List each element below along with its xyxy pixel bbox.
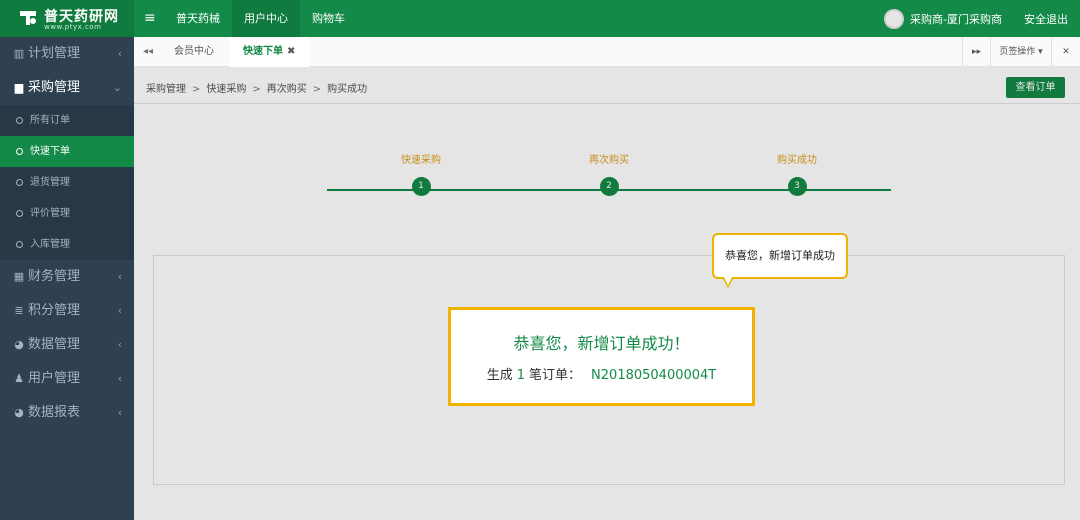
close-icon[interactable]: ✖ — [287, 46, 295, 57]
logout-link[interactable]: 安全退出 — [1024, 11, 1068, 27]
sidebar-subitem-reviews[interactable]: 评价管理 — [0, 198, 134, 229]
sidebar-item-label: 计划管理 — [28, 46, 81, 61]
fullscreen-icon[interactable]: ✕ — [1051, 37, 1080, 67]
circle-icon — [16, 179, 23, 186]
tab-scroll-left-icon[interactable]: ◂◂ — [134, 37, 162, 67]
sidebar: ▥ 计划管理 ‹ ▆ 采购管理 ⌄ 所有订单 快速下单 退货管理 评价管理 入库管理… — [0, 37, 134, 520]
logo-icon — [20, 11, 36, 25]
database-icon: ≣ — [14, 304, 24, 317]
sidebar-subitem-all-orders[interactable]: 所有订单 — [0, 105, 134, 136]
message-suffix: 笔订单： — [529, 368, 582, 383]
sidebar-subitem-warehousing[interactable]: 入库管理 — [0, 229, 134, 260]
nav-item-putian-equipment[interactable]: 普天药械 — [164, 0, 232, 37]
avatar[interactable] — [884, 8, 905, 29]
sidebar-item-users[interactable]: ♟ 用户管理 ‹ — [0, 362, 134, 396]
chevron-left-icon: ‹ — [117, 406, 122, 419]
calculator-icon: ▦ — [13, 270, 25, 283]
caret-down-icon: ▾ — [1038, 47, 1043, 57]
sidebar-item-label: 采购管理 — [28, 80, 81, 95]
callout-tooltip: 恭喜您，新增订单成功 — [712, 233, 848, 279]
user-area: 采购商-厦门采购商 安全退出 — [884, 0, 1080, 37]
tab-label: 快速下单 — [243, 46, 283, 57]
sidebar-item-label: 用户管理 — [28, 371, 81, 386]
chevron-down-icon: ⌄ — [112, 81, 122, 94]
order-count: 1 — [516, 368, 526, 383]
success-title: 恭喜您，新增订单成功！ — [513, 334, 690, 353]
sidebar-subitem-label: 所有订单 — [30, 115, 70, 126]
page-ops-dropdown[interactable]: 页签操作 ▾ — [990, 37, 1051, 67]
sidebar-subitem-returns[interactable]: 退货管理 — [0, 167, 134, 198]
circle-icon — [16, 241, 23, 248]
pie-chart-icon: ◕ — [14, 406, 24, 419]
tab-quick-order[interactable]: 快速下单 ✖ — [229, 37, 310, 67]
sidebar-subitem-label: 快速下单 — [30, 146, 70, 157]
success-message: 生成 1 笔订单： N2018050400004T — [451, 364, 752, 383]
callout-tail-inner — [724, 277, 732, 285]
circle-icon — [16, 210, 23, 217]
sidebar-item-points[interactable]: ≣ 积分管理 ‹ — [0, 294, 134, 328]
sidebar-item-label: 数据管理 — [28, 337, 81, 352]
nav-item-user-center[interactable]: 用户中心 — [232, 0, 300, 37]
sidebar-item-label: 积分管理 — [28, 303, 81, 318]
sidebar-subitem-label: 入库管理 — [30, 239, 70, 250]
sidebar-subitem-label: 评价管理 — [30, 208, 70, 219]
purchase-submenu: 所有订单 快速下单 退货管理 评价管理 入库管理 — [0, 105, 134, 260]
circle-icon — [16, 117, 23, 124]
nav-item-cart[interactable]: 购物车 — [300, 0, 357, 37]
bar-chart-icon: ▥ — [13, 47, 25, 60]
order-number[interactable]: N2018050400004T — [591, 368, 716, 383]
tab-member-center[interactable]: 会员中心 — [160, 37, 228, 67]
tab-scroll-right-icon[interactable]: ▸▸ — [962, 37, 990, 67]
message-prefix: 生成 — [486, 368, 513, 383]
modal-overlay[interactable] — [134, 67, 1080, 520]
sidebar-item-reports[interactable]: ◕ 数据报表 ‹ — [0, 396, 134, 430]
menu-toggle-icon[interactable]: ≡ — [144, 10, 156, 26]
tab-bar: ◂◂ 会员中心 快速下单 ✖ ▸▸ 页签操作 ▾ ✕ — [134, 37, 1080, 67]
user-name[interactable]: 采购商-厦门采购商 — [910, 11, 1002, 27]
top-nav: 普天药械 用户中心 购物车 — [164, 0, 357, 37]
sidebar-item-finance[interactable]: ▦ 财务管理 ‹ — [0, 260, 134, 294]
sidebar-item-label: 数据报表 — [28, 405, 81, 420]
circle-icon — [16, 148, 23, 155]
sidebar-item-purchase[interactable]: ▆ 采购管理 ⌄ — [0, 71, 134, 105]
chevron-left-icon: ‹ — [117, 47, 122, 60]
sidebar-subitem-quick-order[interactable]: 快速下单 — [0, 136, 134, 167]
chevron-left-icon: ‹ — [117, 372, 122, 385]
sidebar-subitem-label: 退货管理 — [30, 177, 70, 188]
sidebar-item-plan[interactable]: ▥ 计划管理 ‹ — [0, 37, 134, 71]
sidebar-item-data[interactable]: ◕ 数据管理 ‹ — [0, 328, 134, 362]
chevron-left-icon: ‹ — [117, 304, 122, 317]
success-dialog: 恭喜您，新增订单成功！ 生成 1 笔订单： N2018050400004T — [448, 307, 755, 406]
user-icon: ♟ — [14, 372, 24, 385]
pie-chart-icon: ◕ — [14, 338, 24, 351]
sidebar-item-label: 财务管理 — [28, 269, 81, 284]
brand-url: www.ptyx.com — [44, 23, 102, 31]
chevron-left-icon: ‹ — [117, 338, 122, 351]
top-bar: 普天药研网 www.ptyx.com ≡ 普天药械 用户中心 购物车 采购商-厦… — [0, 0, 1080, 37]
chevron-left-icon: ‹ — [117, 270, 122, 283]
logo[interactable]: 普天药研网 www.ptyx.com — [0, 0, 134, 37]
page-ops-label: 页签操作 — [999, 47, 1036, 57]
bag-icon: ▆ — [14, 81, 24, 94]
